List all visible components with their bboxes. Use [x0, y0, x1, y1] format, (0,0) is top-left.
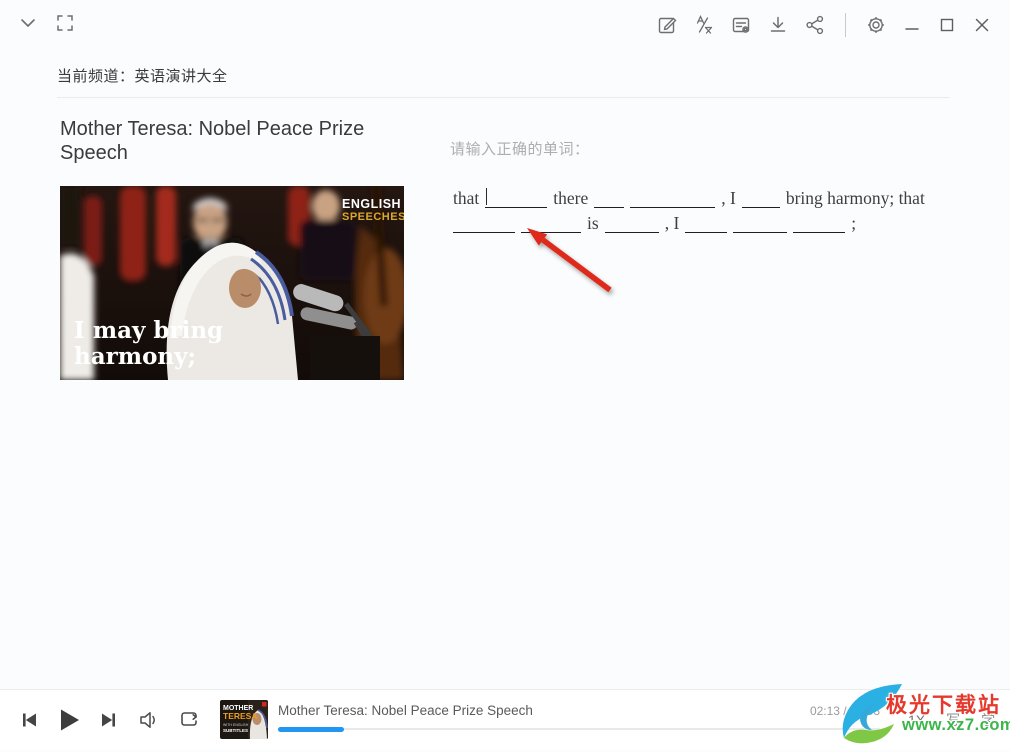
chevron-down-icon[interactable]: [18, 13, 38, 33]
mode-write-button[interactable]: 写: [946, 710, 960, 730]
player-bar: MOTHER TERESA WITH ENGLISH SUBTITLES Mot…: [0, 689, 1010, 750]
minimize-icon[interactable]: [902, 15, 922, 35]
subtitle-caption-line1: I may bring: [74, 317, 223, 344]
edit-note-icon[interactable]: [656, 14, 678, 36]
cloze-blank-input[interactable]: [604, 214, 659, 233]
mode-learn-button[interactable]: 学: [981, 710, 995, 730]
thumb-text-teresa: TERESA: [223, 711, 257, 721]
cloze-blank-input[interactable]: [741, 189, 780, 208]
now-playing-title: Mother Teresa: Nobel Peace Prize Speech: [278, 703, 533, 718]
current-channel: 当前频道：英语演讲大全: [57, 65, 228, 86]
cloze-blank-input[interactable]: [685, 214, 728, 233]
thumb-text-subtitles: SUBTITLES: [223, 728, 248, 733]
player-right-controls: 1X 写 学: [908, 690, 995, 750]
cloze-blank-input[interactable]: [594, 189, 625, 208]
channel-label: 当前频道：: [57, 68, 135, 85]
brand-english: ENGLISH: [342, 197, 401, 211]
cloze-word: , I: [721, 188, 736, 208]
text-caret: [486, 188, 488, 205]
video-thumbnail[interactable]: ENGLISH SPEECHES I may bring harmony;: [60, 186, 404, 380]
topbar-left: [18, 13, 75, 33]
now-playing-thumbnail[interactable]: MOTHER TERESA WITH ENGLISH SUBTITLES: [220, 700, 268, 739]
maximize-icon[interactable]: [937, 15, 957, 35]
time-display: 02:13 / 20:03: [809, 704, 880, 718]
cloze-blank-input[interactable]: [453, 214, 515, 233]
cloze-blank-input[interactable]: [521, 214, 581, 233]
next-track-icon[interactable]: [100, 711, 118, 729]
toolbar-divider: [845, 13, 846, 37]
topbar-right: [656, 11, 992, 39]
player-controls: [20, 690, 200, 750]
cloze-blank-input[interactable]: [793, 214, 846, 233]
cloze-blank-input[interactable]: [485, 188, 548, 208]
cloze-word: ;: [851, 213, 857, 233]
subtitle-settings-icon[interactable]: [730, 14, 752, 36]
playback-speed-button[interactable]: 1X: [908, 712, 925, 728]
repeat-icon[interactable]: [178, 709, 200, 731]
exercise-prompt: 请输入正确的单词：: [450, 141, 590, 158]
settings-gear-icon[interactable]: [865, 14, 887, 36]
volume-icon[interactable]: [137, 709, 159, 731]
section-divider: [57, 97, 950, 98]
download-icon[interactable]: [767, 14, 789, 36]
cloze-blank-input[interactable]: [733, 214, 788, 233]
subtitle-caption-line2: harmony;: [74, 343, 196, 370]
cloze-sentence: that there , I bring harmony; that is , I;: [450, 186, 952, 236]
fullscreen-expand-icon[interactable]: [55, 13, 75, 33]
progress-fill: [278, 726, 345, 732]
channel-name: 英语演讲大全: [134, 68, 228, 85]
progress-bar[interactable]: [278, 726, 880, 732]
progress-track: [278, 728, 880, 730]
lesson-title: Mother Teresa: Nobel Peace Prize Speech: [60, 118, 365, 164]
cloze-word: is: [587, 213, 599, 233]
previous-track-icon[interactable]: [20, 711, 38, 729]
close-icon[interactable]: [972, 15, 992, 35]
cloze-word: that: [453, 188, 480, 208]
brand-speeches: SPEECHES: [342, 211, 404, 223]
cloze-blank-input[interactable]: [630, 189, 716, 208]
translate-icon[interactable]: [693, 14, 715, 36]
cloze-word: bring harmony; that: [785, 188, 925, 208]
share-icon[interactable]: [804, 14, 826, 36]
player-track-info: Mother Teresa: Nobel Peace Prize Speech …: [278, 703, 880, 732]
cloze-word: , I: [664, 213, 680, 233]
play-icon[interactable]: [57, 708, 81, 732]
cloze-word: there: [553, 188, 589, 208]
thumb-text-with-english: WITH ENGLISH: [223, 723, 249, 727]
dictation-exercise: 请输入正确的单词： that there , I bring harmony; tha…: [450, 138, 952, 236]
